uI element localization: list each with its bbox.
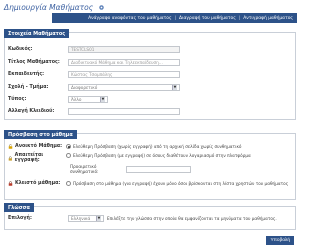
faculty-label: Σχολή - Τμήμα: bbox=[8, 84, 49, 90]
course-info-header: Στοιχεία Μαθήματος bbox=[4, 29, 70, 38]
type-row: Τύπος: Άλλο ▼ bbox=[8, 95, 108, 103]
access-open-desc: Ελεύθερη Πρόσβαση (χωρίς εγγραφή) από τη… bbox=[73, 144, 242, 149]
faculty-row: Σχολή - Τμήμα: Διαφορετικό ▼ bbox=[8, 83, 180, 91]
nav-link-course-report[interactable]: Ανάγραφο αναφόντας του μαθήματος bbox=[88, 16, 171, 21]
language-row: Επιλογή: Ελληνικά ▼ Επιλέξτε την γλώσσα … bbox=[8, 214, 277, 222]
access-registration-label: Απαιτείται εγγραφή: bbox=[8, 153, 66, 163]
lock-icon bbox=[8, 155, 12, 161]
optional-password-input[interactable] bbox=[126, 165, 191, 173]
access-closed-desc: Πρόσβαση στο μάθημα (για εγγραφή) έχουν … bbox=[73, 181, 289, 186]
instructor-input[interactable]: Κώστας Τσαμπάλης bbox=[68, 70, 180, 78]
language-select-value: Ελληνικά bbox=[71, 215, 91, 221]
page-title: Δημιουργία Μαθήματος bbox=[4, 3, 105, 12]
page-title-text: Δημιουργία Μαθήματος bbox=[4, 3, 94, 12]
type-select-value: Άλλο bbox=[71, 96, 82, 102]
type-label: Τύπος: bbox=[8, 96, 27, 102]
access-option-registration: Απαιτείται εγγραφή: Ελεύθερη Πρόσβαση (μ… bbox=[8, 153, 293, 163]
access-closed-radio[interactable] bbox=[66, 181, 71, 186]
access-option-closed: Κλειστό μάθημα: Πρόσβαση στο μάθημα (για… bbox=[8, 181, 293, 186]
code-label: Κωδικός: bbox=[8, 46, 33, 52]
access-registration-desc: Ελεύθερη Πρόσβαση (με εγγραφή) σε όσους … bbox=[73, 153, 251, 158]
language-header: Γλώσσα bbox=[4, 203, 34, 212]
code-row: Κωδικός: TESTCLS01 bbox=[8, 45, 180, 53]
nav-link-delete-course[interactable]: Διαγραφή του μαθήματος bbox=[179, 16, 236, 21]
password-label: Αλλαγή Κλειδιού: bbox=[8, 108, 55, 114]
access-open-radio[interactable] bbox=[66, 144, 71, 149]
access-open-label: Ανοικτό Μάθημα: bbox=[8, 144, 66, 149]
faculty-select-value: Διαφορετικό bbox=[71, 84, 98, 90]
nav-link-copy-course[interactable]: Αντιγραφή μαθήματος bbox=[243, 16, 293, 21]
title-label: Τίτλος Μαθήματος: bbox=[8, 59, 60, 65]
access-open-label-text: Ανοικτό Μάθημα: bbox=[15, 144, 63, 149]
top-nav-bar: Ανάγραφο αναφόντας του μαθήματος | Διαγρ… bbox=[52, 13, 297, 23]
language-hint: Επιλέξτε την γλώσσα στην οποία θα εμφανί… bbox=[107, 215, 277, 221]
title-input[interactable]: Διαδικτυακό Μάθημα και Τηλεεκπαίδευση... bbox=[68, 58, 180, 66]
access-option-open: Ανοικτό Μάθημα: Ελεύθερη Πρόσβαση (χωρίς… bbox=[8, 144, 293, 149]
title-row: Τίτλος Μαθήματος: Διαδικτυακό Μάθημα και… bbox=[8, 58, 180, 66]
lock-open-icon bbox=[8, 144, 13, 149]
nav-separator: | bbox=[238, 15, 241, 21]
language-select[interactable]: Ελληνικά ▼ bbox=[68, 214, 104, 222]
lock-closed-icon bbox=[8, 181, 13, 186]
instructor-row: Εκπαιδευτής: Κώστας Τσαμπάλης bbox=[8, 70, 180, 78]
access-registration-radio[interactable] bbox=[66, 153, 71, 158]
chevron-down-icon: ▼ bbox=[96, 215, 101, 221]
password-row: Αλλαγή Κλειδιού: bbox=[8, 107, 180, 115]
access-header: Πρόσβαση στο μάθημα bbox=[4, 130, 77, 139]
access-closed-label-text: Κλειστό μάθημα: bbox=[15, 181, 61, 186]
nav-separator: | bbox=[174, 15, 177, 21]
password-input[interactable] bbox=[68, 107, 180, 115]
access-closed-label: Κλειστό μάθημα: bbox=[8, 181, 66, 186]
language-label: Επιλογή: bbox=[8, 215, 32, 221]
type-select[interactable]: Άλλο ▼ bbox=[68, 95, 108, 103]
access-registration-label-text: Απαιτείται εγγραφή: bbox=[14, 153, 44, 163]
optional-password-row: Προαιρετικό συνθηματικό: bbox=[70, 164, 191, 174]
submit-button[interactable]: Υποβολή bbox=[266, 236, 294, 245]
optional-password-label: Προαιρετικό συνθηματικό: bbox=[70, 164, 99, 174]
gear-icon[interactable] bbox=[98, 4, 105, 11]
chevron-down-icon: ▼ bbox=[172, 84, 177, 90]
faculty-select[interactable]: Διαφορετικό ▼ bbox=[68, 83, 180, 91]
code-input[interactable]: TESTCLS01 bbox=[68, 45, 180, 53]
instructor-label: Εκπαιδευτής: bbox=[8, 71, 45, 77]
chevron-down-icon: ▼ bbox=[100, 96, 105, 102]
